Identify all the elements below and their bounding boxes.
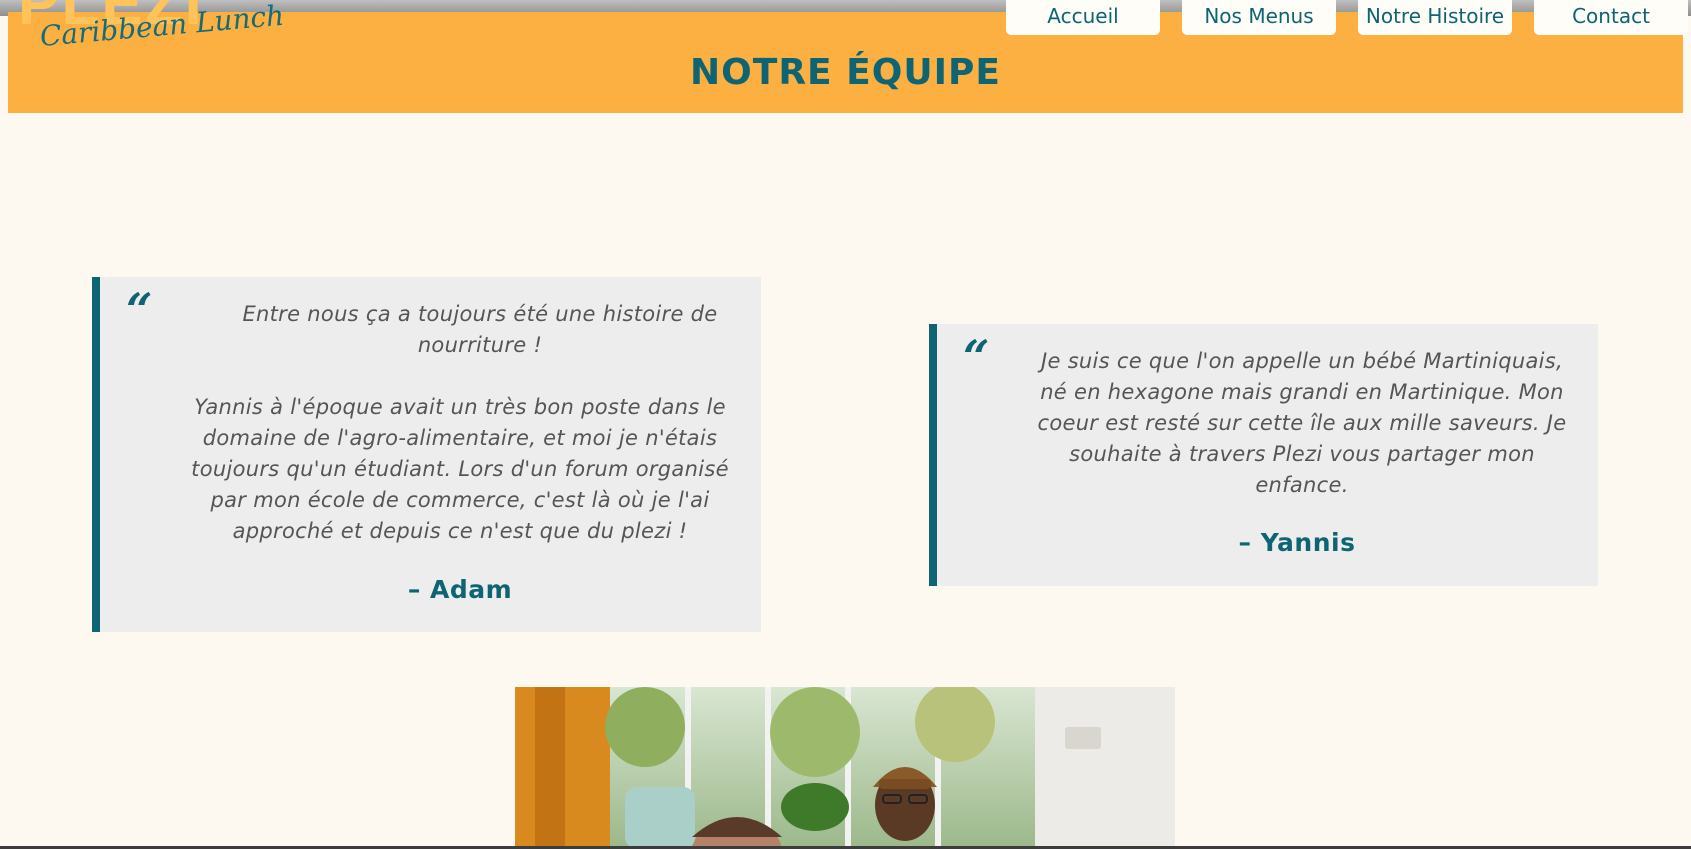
quote-text-paragraph-1: Je suis ce que l'on appelle un bébé Mart… <box>1037 349 1567 497</box>
quote-mark-icon: “ <box>963 330 990 384</box>
page: NOTRE ÉQUIPE PLEZI Caribbean Lunch Accue… <box>0 0 1691 849</box>
quote-card-yannis: “ Je suis ce que l'on appelle un bébé Ma… <box>929 324 1598 586</box>
logo[interactable]: PLEZI Caribbean Lunch <box>0 0 285 70</box>
team-photo-illustration <box>515 687 1175 849</box>
nav-contact[interactable]: Contact <box>1534 0 1688 35</box>
nav-notre-histoire[interactable]: Notre Histoire <box>1358 0 1512 35</box>
quote-author: – Adam <box>407 575 513 604</box>
quote-card-adam: “ Entre nous ça a toujours été une histo… <box>92 277 761 632</box>
nav-accueil[interactable]: Accueil <box>1006 0 1160 35</box>
team-photo <box>515 687 1175 849</box>
nav-nos-menus[interactable]: Nos Menus <box>1182 0 1336 35</box>
quote-mark-icon: “ <box>126 283 153 337</box>
quote-author: – Yannis <box>1238 528 1356 557</box>
quote-text-paragraph-1: Entre nous ça a toujours été une histoir… <box>242 302 718 357</box>
quote-text-paragraph-2: Yannis à l'époque avait un très bon post… <box>191 395 729 543</box>
